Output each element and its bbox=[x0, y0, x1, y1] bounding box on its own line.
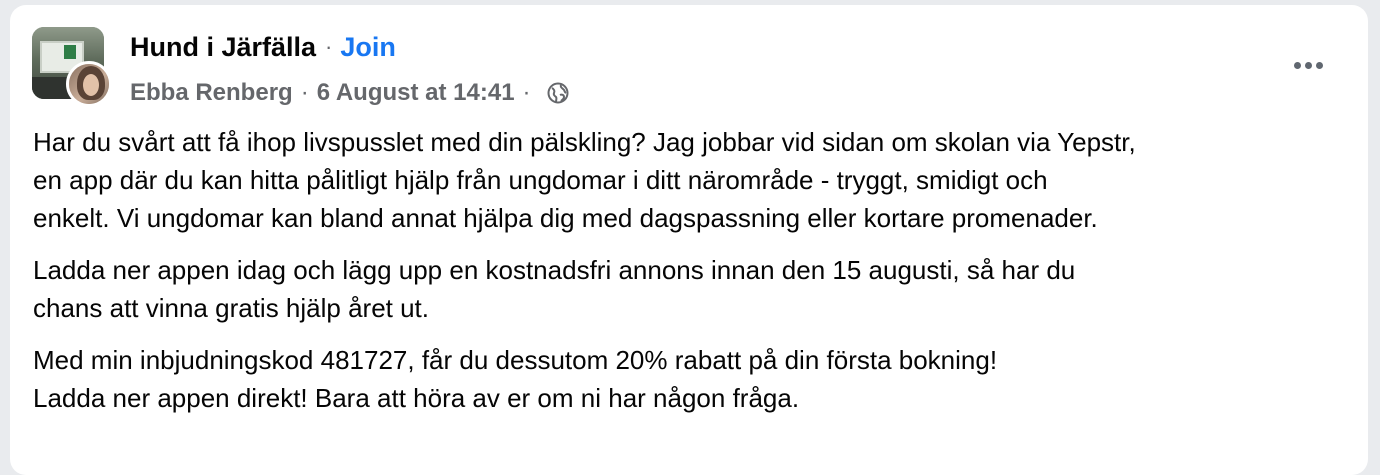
post-header: Hund i Järfälla · Join Ebba Renberg · 6 … bbox=[32, 27, 1332, 111]
post-body: Har du svårt att få ihop livspusslet med… bbox=[33, 123, 1353, 431]
post-paragraph: Ladda ner appen idag och lägg upp en kos… bbox=[33, 251, 1353, 327]
title-separator: · bbox=[325, 34, 333, 59]
title-row: Hund i Järfälla · Join bbox=[130, 29, 396, 65]
group-name-link[interactable]: Hund i Järfälla bbox=[130, 32, 316, 63]
meta-separator: · bbox=[300, 79, 309, 106]
post-paragraph: Har du svårt att få ihop livspusslet med… bbox=[33, 123, 1353, 237]
post-card: Hund i Järfälla · Join Ebba Renberg · 6 … bbox=[10, 5, 1368, 475]
post-meta: Ebba Renberg · 6 August at 14:41 · bbox=[130, 77, 569, 109]
post-text-line: enkelt. Vi ungdomar kan bland annat hjäl… bbox=[33, 203, 1098, 233]
post-text-line: Har du svårt att få ihop livspusslet med… bbox=[33, 127, 1136, 157]
join-button[interactable]: Join bbox=[340, 32, 396, 63]
post-paragraph: Med min inbjudningskod 481727, får du de… bbox=[33, 341, 1353, 417]
post-text-line: en app där du kan hitta pålitligt hjälp … bbox=[33, 165, 1048, 195]
meta-separator: · bbox=[522, 79, 531, 106]
author-link[interactable]: Ebba Renberg bbox=[130, 79, 293, 107]
post-text-line: Ladda ner appen direkt! Bara att höra av… bbox=[33, 383, 800, 413]
timestamp-link[interactable]: 6 August at 14:41 bbox=[317, 79, 515, 107]
post-text-line: Ladda ner appen idag och lägg upp en kos… bbox=[33, 255, 1076, 285]
globe-icon bbox=[547, 82, 569, 104]
post-text-line: chans att vinna gratis hjälp året ut. bbox=[33, 293, 430, 323]
post-text-line: Med min inbjudningskod 481727, får du de… bbox=[33, 345, 998, 375]
more-options-icon[interactable] bbox=[1286, 49, 1330, 81]
avatar-stack[interactable] bbox=[32, 27, 114, 109]
author-avatar[interactable] bbox=[66, 61, 112, 107]
